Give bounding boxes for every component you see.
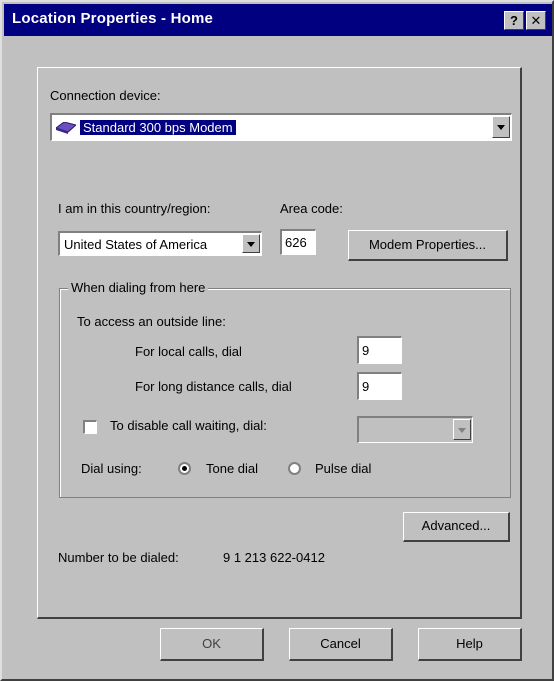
call-waiting-label: To disable call waiting, dial:: [110, 418, 267, 433]
ok-button[interactable]: OK: [160, 628, 264, 661]
dialing-group-label: When dialing from here: [68, 280, 209, 295]
number-to-dial-value: 9 1 213 622-0412: [223, 550, 325, 565]
call-waiting-dropdown[interactable]: [357, 416, 473, 443]
chevron-down-icon[interactable]: [242, 234, 260, 253]
dialing-group: When dialing from here To access an outs…: [59, 280, 511, 498]
connection-device-dropdown[interactable]: Standard 300 bps Modem: [50, 113, 512, 141]
cancel-button[interactable]: Cancel: [289, 628, 393, 661]
chevron-down-icon[interactable]: [453, 419, 471, 440]
country-value: United States of America: [64, 237, 208, 252]
advanced-button[interactable]: Advanced...: [403, 512, 510, 542]
pulse-dial-label[interactable]: Pulse dial: [315, 461, 371, 476]
connection-device-value: Standard 300 bps Modem: [80, 120, 236, 135]
pulse-dial-radio[interactable]: [288, 462, 301, 475]
country-dropdown[interactable]: United States of America: [58, 231, 262, 256]
help-button[interactable]: Help: [418, 628, 522, 661]
connection-device-label: Connection device:: [50, 88, 161, 103]
area-code-label: Area code:: [280, 201, 343, 216]
country-label: I am in this country/region:: [58, 201, 211, 216]
number-to-dial-label: Number to be dialed:: [58, 550, 179, 565]
properties-panel: Connection device: Standard 300 bps Mode…: [37, 67, 522, 619]
local-calls-label: For local calls, dial: [135, 344, 242, 359]
outside-line-label: To access an outside line:: [77, 314, 226, 329]
window-title: Location Properties - Home: [12, 10, 214, 27]
call-waiting-checkbox[interactable]: [83, 420, 97, 434]
close-button[interactable]: ✕: [526, 11, 546, 30]
long-distance-label: For long distance calls, dial: [135, 379, 292, 394]
help-title-button[interactable]: ?: [504, 11, 524, 30]
chevron-down-icon[interactable]: [492, 116, 510, 138]
long-distance-input[interactable]: 9: [357, 372, 402, 400]
dial-using-label: Dial using:: [81, 461, 142, 476]
modem-properties-button[interactable]: Modem Properties...: [348, 230, 508, 261]
title-bar[interactable]: Location Properties - Home ? ✕: [4, 4, 552, 36]
local-calls-input[interactable]: 9: [357, 336, 402, 364]
tone-dial-radio[interactable]: [178, 462, 191, 475]
tone-dial-label[interactable]: Tone dial: [206, 461, 258, 476]
area-code-input[interactable]: 626: [280, 229, 316, 255]
modem-icon: [54, 121, 78, 137]
location-properties-dialog: Location Properties - Home ? ✕ Connectio…: [0, 0, 554, 681]
